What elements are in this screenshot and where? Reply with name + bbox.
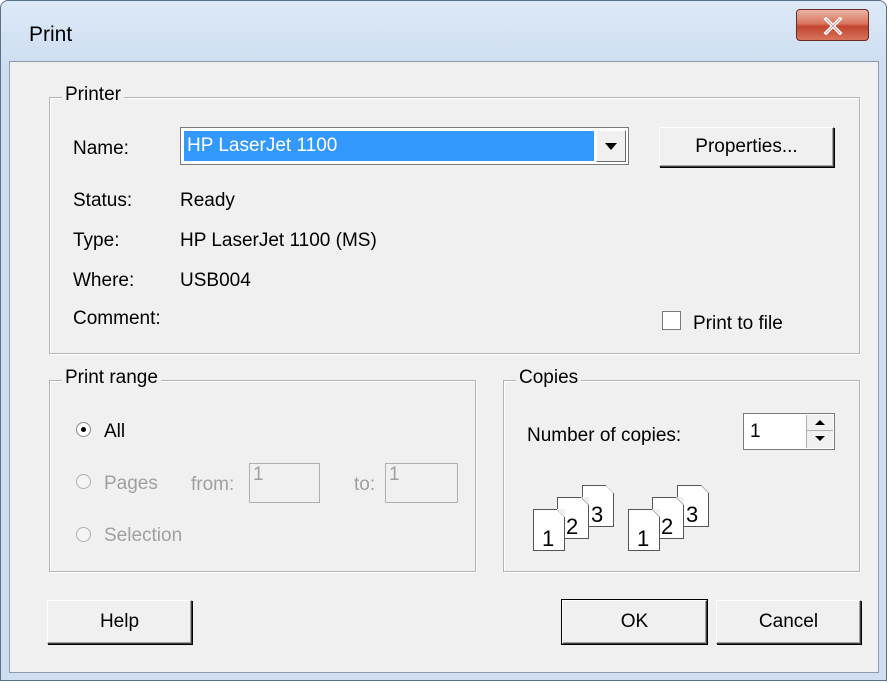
properties-button[interactable]: Properties... [659,127,834,167]
printer-name-value: HP LaserJet 1100 [183,130,595,162]
page-3-number: 3 [686,502,699,527]
radio-all-label[interactable]: All [104,421,125,443]
status-label: Status: [73,190,133,211]
page-2-number: 2 [566,514,579,539]
properties-button-label: Properties... [695,136,798,157]
where-label: Where: [73,270,135,291]
copies-value[interactable]: 1 [750,421,761,443]
from-label: from: [191,474,235,495]
to-label: to: [354,474,376,495]
number-of-copies-label: Number of copies: [527,425,682,446]
page-1-number: 1 [637,526,650,551]
page-2-number: 2 [661,514,674,539]
chevron-down-icon [815,436,825,441]
radio-pages[interactable] [76,474,91,489]
cancel-button-label: Cancel [758,611,819,632]
radio-pages-label[interactable]: Pages [104,473,158,495]
to-input[interactable]: 1 [385,463,458,503]
spinner-buttons [806,415,833,448]
help-button-label: Help [99,611,140,632]
page-1-number: 1 [542,526,555,551]
radio-selection-label[interactable]: Selection [104,525,182,547]
spin-down-button[interactable] [807,431,833,447]
printer-name-select[interactable]: HP LaserJet 1100 [180,127,629,165]
name-label: Name: [73,138,129,159]
dropdown-button[interactable] [596,130,626,162]
copies-spinner[interactable]: 1 [743,413,835,450]
where-value: USB004 [180,270,251,291]
page-1-icon: 1 [533,509,565,551]
page-1-icon: 1 [628,509,660,551]
chevron-down-icon [605,143,617,150]
close-icon [823,17,843,35]
radio-all-dot [81,427,86,432]
window-title: Print [29,23,73,46]
printer-group-label: Printer [62,84,124,106]
copies-group-label: Copies [516,367,582,389]
ok-button[interactable]: OK [561,599,708,645]
ok-button-label: OK [620,611,649,632]
from-input[interactable]: 1 [249,463,320,503]
collate-pages-icon-set-1: 3 2 1 [530,485,620,555]
spin-up-button[interactable] [807,415,833,431]
comment-label: Comment: [73,308,161,329]
close-button[interactable] [796,9,869,41]
collate-pages-icon-set-2: 3 2 1 [625,485,715,555]
type-label: Type: [73,230,120,251]
page-3-number: 3 [591,502,604,527]
print-range-group-label: Print range [62,367,161,389]
title-bar[interactable]: Print [1,1,886,61]
print-to-file-label[interactable]: Print to file [693,313,783,335]
chevron-up-icon [815,420,825,425]
print-to-file-checkbox[interactable] [662,311,681,330]
type-value: HP LaserJet 1100 (MS) [180,230,377,251]
cancel-button[interactable]: Cancel [716,600,861,644]
radio-all[interactable] [76,422,91,437]
help-button[interactable]: Help [47,600,192,644]
radio-selection[interactable] [76,527,91,542]
status-value: Ready [180,190,235,211]
